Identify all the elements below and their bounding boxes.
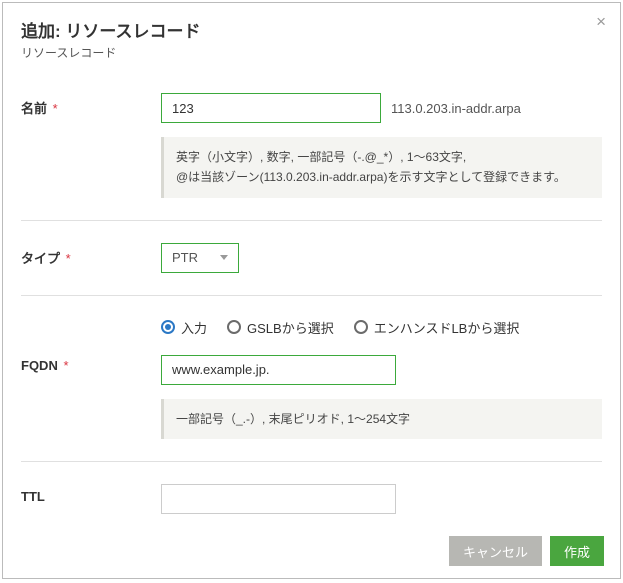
add-resource-record-dialog: 追加: リソースレコード リソースレコード × 名前 * 113.0.203.i… [2,2,621,579]
label-ttl: TTL [21,484,161,524]
required-mark: * [53,101,58,116]
dialog-body: 名前 * 113.0.203.in-addr.arpa 英字（小文字）, 数字,… [3,71,620,524]
radio-input-elb[interactable]: エンハンスドLBから選択 [354,318,520,337]
radio-input-gslb[interactable]: GSLBから選択 [227,318,334,337]
required-mark: * [63,358,68,373]
dialog-header: 追加: リソースレコード リソースレコード × [3,3,620,71]
fqdn-hint: 一部記号（_.-）, 末尾ピリオド, 1〜254文字 [161,399,602,439]
radio-label-manual: 入力 [181,318,207,337]
required-mark: * [66,251,71,266]
section-fqdn: FQDN * 入力 GSLBから選択 エンハンスドLBから選択 [21,296,602,462]
type-value: PTR [172,250,198,265]
fqdn-source-radios: 入力 GSLBから選択 エンハンスドLBから選択 [161,318,602,337]
close-icon[interactable]: × [596,13,606,30]
name-suffix: 113.0.203.in-addr.arpa [391,101,521,116]
radio-label-elb: エンハンスドLBから選択 [374,318,520,337]
section-type: タイプ * PTR [21,221,602,296]
submit-button[interactable]: 作成 [550,536,604,566]
label-fqdn: FQDN * [21,318,161,439]
chevron-down-icon [220,255,228,260]
section-ttl: TTL 10〜3600000秒, 指定しない場合はデフォルトTTL(3600秒)… [21,462,602,524]
radio-label-gslb: GSLBから選択 [247,318,334,337]
label-name-text: 名前 [21,101,47,116]
type-select[interactable]: PTR [161,243,239,273]
radio-input-manual[interactable]: 入力 [161,318,207,337]
label-type: タイプ * [21,243,161,273]
dialog-subtitle: リソースレコード [21,44,602,61]
fqdn-input[interactable] [161,355,396,385]
cancel-button[interactable]: キャンセル [449,536,542,566]
name-hint-line1: 英字（小文字）, 数字, 一部記号（-.@_*）, 1〜63文字, [176,147,590,167]
dialog-title: 追加: リソースレコード [21,17,602,42]
section-name: 名前 * 113.0.203.in-addr.arpa 英字（小文字）, 数字,… [21,71,602,221]
label-name: 名前 * [21,93,161,198]
label-ttl-text: TTL [21,489,45,504]
label-type-text: タイプ [21,251,60,266]
dialog-footer: キャンセル 作成 [3,524,620,578]
name-hint-line2: @は当該ゾーン(113.0.203.in-addr.arpa)を示す文字として登… [176,167,590,187]
label-fqdn-text: FQDN [21,358,58,373]
name-input[interactable] [161,93,381,123]
name-hint: 英字（小文字）, 数字, 一部記号（-.@_*）, 1〜63文字, @は当該ゾー… [161,137,602,198]
ttl-input[interactable] [161,484,396,514]
